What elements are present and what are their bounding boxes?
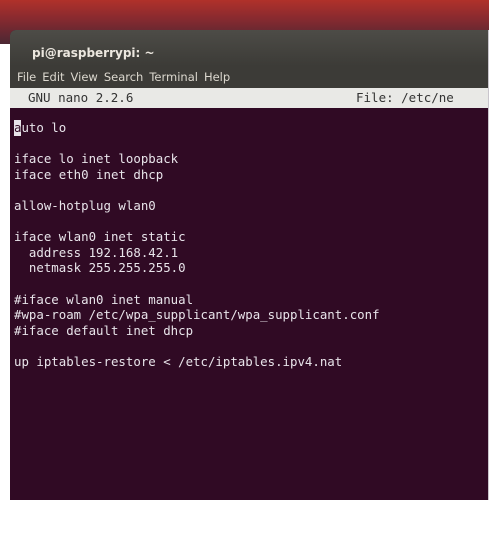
nano-filename: File: /etc/ne (356, 90, 454, 105)
nano-version: GNU nano 2.2.6 (28, 90, 134, 105)
editor-line[interactable] (14, 136, 489, 152)
editor-line[interactable]: netmask 255.255.255.0 (14, 260, 489, 276)
editor-line-text: uto lo (21, 120, 67, 135)
page-bottom-margin (0, 500, 489, 542)
menu-terminal[interactable]: Terminal (146, 70, 201, 84)
menu-edit[interactable]: Edit (39, 70, 67, 84)
title-bar[interactable]: pi@raspberrypi: ~ (10, 30, 489, 66)
menu-help[interactable]: Help (201, 70, 233, 84)
editor-line[interactable]: iface wlan0 inet static (14, 229, 489, 245)
editor-line[interactable] (14, 338, 489, 354)
editor-line[interactable] (14, 214, 489, 230)
editor-line[interactable]: iface eth0 inet dhcp (14, 167, 489, 183)
menu-file[interactable]: File (14, 70, 39, 84)
menu-search[interactable]: Search (101, 70, 147, 84)
window-title: pi@raspberrypi: ~ (32, 46, 155, 60)
editor-line[interactable]: auto lo (14, 120, 489, 136)
nano-header-bar: GNU nano 2.2.6 File: /etc/ne (10, 88, 489, 108)
editor-line[interactable]: #iface wlan0 inet manual (14, 292, 489, 308)
menu-bar: File Edit View Search Terminal Help (10, 66, 489, 88)
terminal-window[interactable]: pi@raspberrypi: ~ File Edit View Search … (10, 30, 489, 500)
editor-line[interactable]: address 192.168.42.1 (14, 245, 489, 261)
editor-area[interactable]: auto lo iface lo inet loopback iface eth… (10, 108, 489, 370)
editor-line[interactable]: up iptables-restore < /etc/iptables.ipv4… (14, 354, 489, 370)
menu-view[interactable]: View (68, 70, 101, 84)
editor-line[interactable]: allow-hotplug wlan0 (14, 198, 489, 214)
editor-line[interactable] (14, 182, 489, 198)
editor-line[interactable]: iface lo inet loopback (14, 151, 489, 167)
editor-line[interactable] (14, 276, 489, 292)
editor-line[interactable]: #iface default inet dhcp (14, 323, 489, 339)
editor-line[interactable]: #wpa-roam /etc/wpa_supplicant/wpa_suppli… (14, 307, 489, 323)
